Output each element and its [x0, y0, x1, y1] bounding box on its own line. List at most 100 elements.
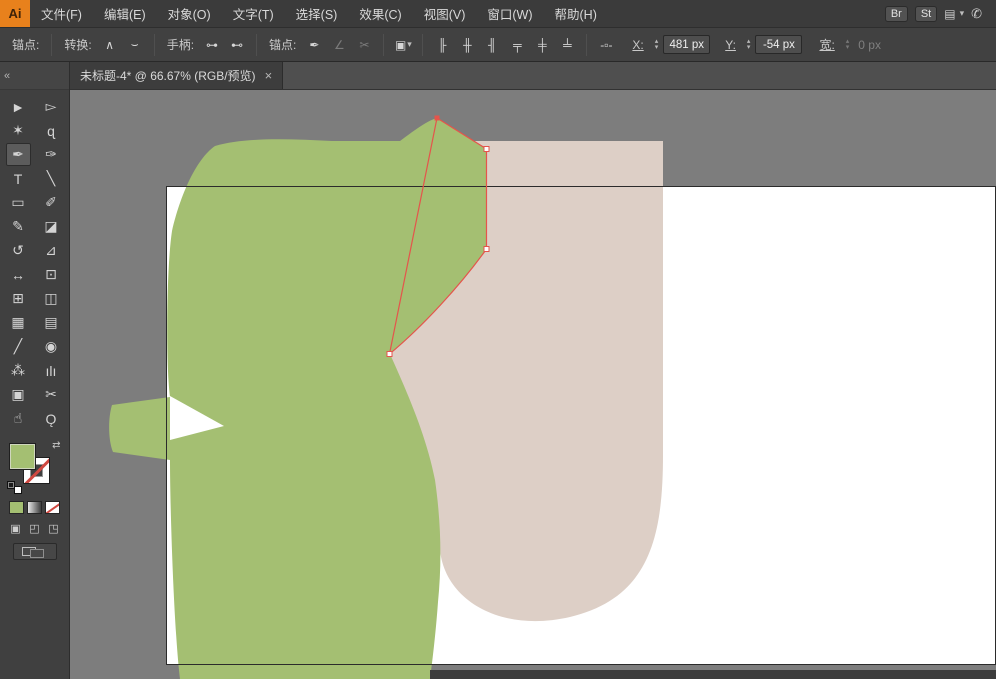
convert-to-smooth-button[interactable]: ⌣ [124, 35, 146, 55]
menu-file[interactable]: 文件(F) [30, 0, 93, 27]
curvature-tool[interactable]: ✑ [39, 143, 64, 166]
selection-tool[interactable]: ► [6, 95, 31, 118]
tools-panel: « ► ▻ ✶ ɋ ✒ ✑ T ╲ ▭ ✐ ✎ ◪ ↺ ⊿ ↔ ⊡ ⊞ ◫ [0, 62, 70, 679]
close-icon[interactable]: × [265, 69, 273, 82]
blend-tool[interactable]: ◉ [39, 335, 64, 358]
mesh-tool[interactable]: ▦ [6, 311, 31, 334]
menu-help[interactable]: 帮助(H) [544, 0, 608, 27]
x-input[interactable]: 481 px [663, 35, 710, 54]
perspective-grid-tool[interactable]: ◫ [39, 287, 64, 310]
canvas[interactable] [70, 90, 996, 679]
collapse-panel-button[interactable]: « [4, 70, 10, 82]
paintbrush-tool[interactable]: ✐ [39, 191, 64, 214]
menubar-right-cluster: Br St ▤ ▾ ✆ [885, 0, 996, 27]
width-stepper: ▴▾ [846, 39, 850, 51]
menu-type[interactable]: 文字(T) [222, 0, 285, 27]
align-h-center-button[interactable]: ╫ [456, 35, 478, 55]
divider [51, 34, 52, 56]
draw-normal-button[interactable]: ▣ [8, 521, 24, 535]
eyedropper-tool[interactable]: ╱ [6, 335, 31, 358]
artboard-tool[interactable]: ▣ [6, 383, 31, 406]
fill-swatch[interactable] [9, 443, 36, 470]
stock-button[interactable]: St [915, 6, 937, 22]
handles-label: 手柄: [163, 36, 198, 53]
hand-tool[interactable]: ☝ [6, 407, 31, 430]
y-input[interactable]: -54 px [755, 35, 802, 54]
divider [256, 34, 257, 56]
remove-anchor-button[interactable]: ✒ [303, 35, 325, 55]
connect-path-button[interactable]: ∠ [328, 35, 350, 55]
menu-view[interactable]: 视图(V) [413, 0, 477, 27]
document-tab[interactable]: 未标题-4* @ 66.67% (RGB/预览) × [70, 62, 283, 89]
divider [154, 34, 155, 56]
bottom-strip [430, 670, 996, 679]
transform-reference-icon: -▫- [595, 35, 617, 55]
pencil-tool[interactable]: ✎ [6, 215, 31, 238]
paint-mode-row [0, 501, 69, 514]
line-segment-tool[interactable]: ╲ [39, 167, 64, 190]
color-mode-button[interactable] [9, 501, 24, 514]
y-stepper[interactable]: ▴▾ [747, 39, 751, 51]
align-top-button[interactable]: ╤ [506, 35, 528, 55]
magic-wand-tool[interactable]: ✶ [6, 119, 31, 142]
hide-handles-button[interactable]: ⊷ [226, 35, 248, 55]
y-label[interactable]: Y: [721, 38, 740, 52]
divider [383, 34, 384, 56]
draw-behind-button[interactable]: ◰ [27, 521, 43, 535]
anchor-point-selected[interactable] [435, 116, 440, 121]
align-bottom-button[interactable]: ╧ [556, 35, 578, 55]
share-icon[interactable]: ✆ [971, 6, 982, 22]
lasso-tool[interactable]: ɋ [39, 119, 64, 142]
free-transform-tool[interactable]: ⊡ [39, 263, 64, 286]
align-v-center-button[interactable]: ╪ [531, 35, 553, 55]
rectangle-tool[interactable]: ▭ [6, 191, 31, 214]
menu-object[interactable]: 对象(O) [157, 0, 222, 27]
type-tool[interactable]: T [6, 167, 31, 190]
cut-path-button[interactable]: ✂ [353, 35, 375, 55]
bridge-button[interactable]: Br [885, 6, 908, 22]
default-colors-icon[interactable] [7, 481, 22, 494]
x-stepper[interactable]: ▴▾ [655, 39, 659, 51]
gradient-tool[interactable]: ▤ [39, 311, 64, 334]
align-right-button[interactable]: ╢ [481, 35, 503, 55]
symbol-sprayer-tool[interactable]: ⁂ [6, 359, 31, 382]
anchor-title-label: 锚点: [8, 36, 43, 53]
pen-tool[interactable]: ✒ [6, 143, 31, 166]
width-tool[interactable]: ↔ [6, 263, 31, 286]
anchor-point[interactable] [484, 147, 489, 152]
tools-grid: ► ▻ ✶ ɋ ✒ ✑ T ╲ ▭ ✐ ✎ ◪ ↺ ⊿ ↔ ⊡ ⊞ ◫ ▦ ▤ [0, 90, 69, 430]
column-graph-tool[interactable]: ılı [39, 359, 64, 382]
swap-colors-icon[interactable]: ⇄ [52, 441, 60, 451]
screen-mode-icon [30, 549, 44, 558]
anchor-point[interactable] [484, 247, 489, 252]
slice-tool[interactable]: ✂ [39, 383, 64, 406]
align-to-artboard-button[interactable]: ▣ ▾ [392, 35, 414, 55]
direct-selection-tool[interactable]: ▻ [39, 95, 64, 118]
anchor-point[interactable] [387, 352, 392, 357]
show-handles-button[interactable]: ⊶ [201, 35, 223, 55]
width-label[interactable]: 宽: [815, 36, 838, 53]
menu-window[interactable]: 窗口(W) [476, 0, 543, 27]
workspace-icon: ▤ [944, 7, 955, 21]
default-fill-chip [7, 481, 15, 489]
draw-inside-button[interactable]: ◳ [46, 521, 62, 535]
zoom-tool[interactable]: Ǫ [39, 407, 64, 430]
scale-tool[interactable]: ⊿ [39, 239, 64, 262]
menu-edit[interactable]: 编辑(E) [93, 0, 157, 27]
x-label[interactable]: X: [628, 38, 647, 52]
menu-select[interactable]: 选择(S) [285, 0, 349, 27]
none-mode-button[interactable] [45, 501, 60, 514]
eraser-tool[interactable]: ◪ [39, 215, 64, 238]
align-left-button[interactable]: ╟ [431, 35, 453, 55]
document-area: 未标题-4* @ 66.67% (RGB/预览) × [70, 62, 996, 679]
screen-mode-button[interactable] [13, 543, 57, 560]
convert-to-corner-button[interactable]: ∧ [99, 35, 121, 55]
rotate-tool[interactable]: ↺ [6, 239, 31, 262]
illustrator-window: Ai 文件(F) 编辑(E) 对象(O) 文字(T) 选择(S) 效果(C) 视… [0, 0, 996, 679]
shape-builder-tool[interactable]: ⊞ [6, 287, 31, 310]
menu-effect[interactable]: 效果(C) [348, 0, 412, 27]
width-value: 0 px [854, 38, 885, 52]
workspace-switcher-button[interactable]: ▤ ▾ [944, 7, 964, 21]
gradient-mode-button[interactable] [27, 501, 42, 514]
document-tab-bar: 未标题-4* @ 66.67% (RGB/预览) × [70, 62, 996, 90]
